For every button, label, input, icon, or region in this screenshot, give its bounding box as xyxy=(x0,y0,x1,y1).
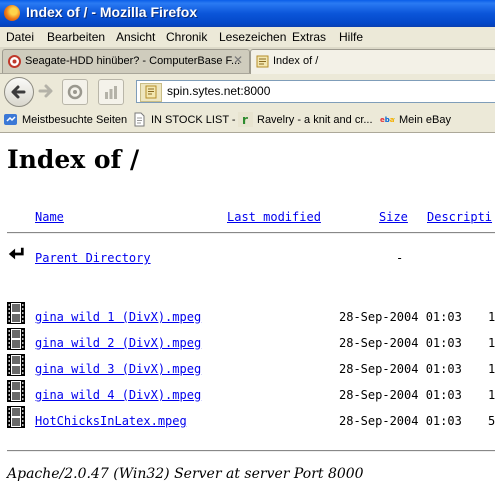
window-title: Index of / - Mozilla Firefox xyxy=(26,4,198,20)
file-modified: 28-Sep-2004 01:03 xyxy=(339,336,462,350)
bookmark-ravelry[interactable]: r Ravelry - a knit and cr... xyxy=(238,112,376,128)
column-header-last-modified[interactable]: Last modified xyxy=(227,210,321,224)
tab-index-of[interactable]: Index of / xyxy=(250,49,495,74)
file-modified: 28-Sep-2004 01:03 xyxy=(339,362,462,376)
bookmark-in-stock-list[interactable]: IN STOCK LIST - xyxy=(132,112,236,128)
menu-bar: Datei Bearbeiten Ansicht Chronik Lesezei… xyxy=(0,27,495,47)
file-row: gina wild 1 (DivX).mpeg 28-Sep-2004 01:0… xyxy=(0,302,495,334)
menu-item-datei[interactable]: Datei xyxy=(6,30,34,44)
bookmark-label: Mein eBay xyxy=(399,114,451,126)
stop-icon xyxy=(105,86,117,99)
file-link[interactable]: gina wild 2 (DivX).mpeg xyxy=(35,336,201,350)
film-icon xyxy=(7,354,25,376)
ravelry-icon: r xyxy=(238,112,253,127)
divider xyxy=(7,232,495,234)
computerbase-icon xyxy=(8,55,21,68)
file-row: gina wild 3 (DivX).mpeg 28-Sep-2004 01:0… xyxy=(0,354,495,386)
file-row: gina wild 4 (DivX).mpeg 28-Sep-2004 01:0… xyxy=(0,380,495,412)
column-header-name[interactable]: Name xyxy=(35,210,64,224)
file-size: 1 xyxy=(488,336,495,350)
file-size: 1 xyxy=(488,362,495,376)
forward-button[interactable] xyxy=(34,79,58,103)
column-header-size[interactable]: Size xyxy=(379,210,408,224)
bookmark-mein-ebay[interactable]: ebay Mein eBay xyxy=(380,112,456,128)
tab-label: Index of / xyxy=(273,55,319,67)
back-arrow-icon xyxy=(11,85,26,99)
menu-item-extras[interactable]: Extras xyxy=(292,30,326,44)
bookmark-most-visited[interactable]: Meistbesuchte Seiten xyxy=(3,112,127,128)
navigation-toolbar xyxy=(0,74,495,108)
file-link[interactable]: gina wild 1 (DivX).mpeg xyxy=(35,310,201,324)
tab-label: Seagate-HDD hinüber? - ComputerBase F... xyxy=(25,55,241,67)
file-size: 5 xyxy=(488,414,495,428)
back-arrow-icon xyxy=(8,247,24,260)
window-titlebar[interactable]: Index of / - Mozilla Firefox xyxy=(0,0,495,27)
file-size: 1 xyxy=(488,310,495,324)
file-link[interactable]: gina wild 4 (DivX).mpeg xyxy=(35,388,201,402)
menu-item-hilfe[interactable]: Hilfe xyxy=(339,30,363,44)
file-row: gina wild 2 (DivX).mpeg 28-Sep-2004 01:0… xyxy=(0,328,495,360)
film-icon xyxy=(7,406,25,428)
page-content: Index of / Name Last modified Size Descr… xyxy=(0,133,495,504)
site-identity-icon xyxy=(140,83,162,102)
tab-computerbase[interactable]: Seagate-HDD hinüber? - ComputerBase F...… xyxy=(2,49,250,73)
server-signature: Apache/2.0.47 (Win32) Server at server P… xyxy=(7,466,364,482)
menu-item-bearbeiten[interactable]: Bearbeiten xyxy=(47,30,105,44)
url-input[interactable] xyxy=(167,83,487,99)
film-icon xyxy=(7,328,25,350)
parent-directory-row: Parent Directory - xyxy=(0,247,495,275)
menu-item-chronik[interactable]: Chronik xyxy=(166,30,207,44)
stop-button[interactable] xyxy=(98,79,124,105)
most-visited-icon xyxy=(4,114,17,125)
divider xyxy=(7,450,495,452)
column-header-description[interactable]: Descripti xyxy=(427,210,492,224)
file-modified: 28-Sep-2004 01:03 xyxy=(339,388,462,402)
bookmark-label: Meistbesuchte Seiten xyxy=(22,114,128,126)
bookmark-label: Ravelry - a knit and cr... xyxy=(257,114,373,126)
file-size: 1 xyxy=(488,388,495,402)
film-icon xyxy=(7,380,25,402)
page-icon xyxy=(134,112,145,127)
svg-text:r: r xyxy=(242,113,248,127)
parent-directory-size: - xyxy=(396,251,404,265)
bookmarks-toolbar: Meistbesuchte Seiten IN STOCK LIST - r R… xyxy=(0,108,495,133)
ebay-icon: ebay xyxy=(380,116,395,124)
file-row: HotChicksInLatex.mpeg 28-Sep-2004 01:03 … xyxy=(0,406,495,438)
tab-strip: Seagate-HDD hinüber? - ComputerBase F...… xyxy=(0,47,495,74)
file-modified: 28-Sep-2004 01:03 xyxy=(339,414,462,428)
file-link[interactable]: HotChicksInLatex.mpeg xyxy=(35,414,187,428)
bookmark-label: IN STOCK LIST - xyxy=(151,114,236,126)
generic-site-icon xyxy=(256,55,269,68)
url-bar[interactable] xyxy=(136,80,495,103)
svg-text:ebay: ebay xyxy=(380,116,395,124)
page-title: Index of / xyxy=(7,145,140,174)
close-icon[interactable]: ✕ xyxy=(231,53,245,67)
reload-icon xyxy=(67,84,83,100)
forward-arrow-icon xyxy=(38,84,53,98)
reload-button[interactable] xyxy=(62,79,88,105)
menu-item-ansicht[interactable]: Ansicht xyxy=(116,30,155,44)
file-modified: 28-Sep-2004 01:03 xyxy=(339,310,462,324)
back-button[interactable] xyxy=(4,77,34,107)
file-link[interactable]: gina wild 3 (DivX).mpeg xyxy=(35,362,201,376)
parent-directory-link[interactable]: Parent Directory xyxy=(35,251,151,265)
film-icon xyxy=(7,302,25,324)
menu-item-lesezeichen[interactable]: Lesezeichen xyxy=(219,30,286,44)
firefox-icon xyxy=(4,5,20,21)
